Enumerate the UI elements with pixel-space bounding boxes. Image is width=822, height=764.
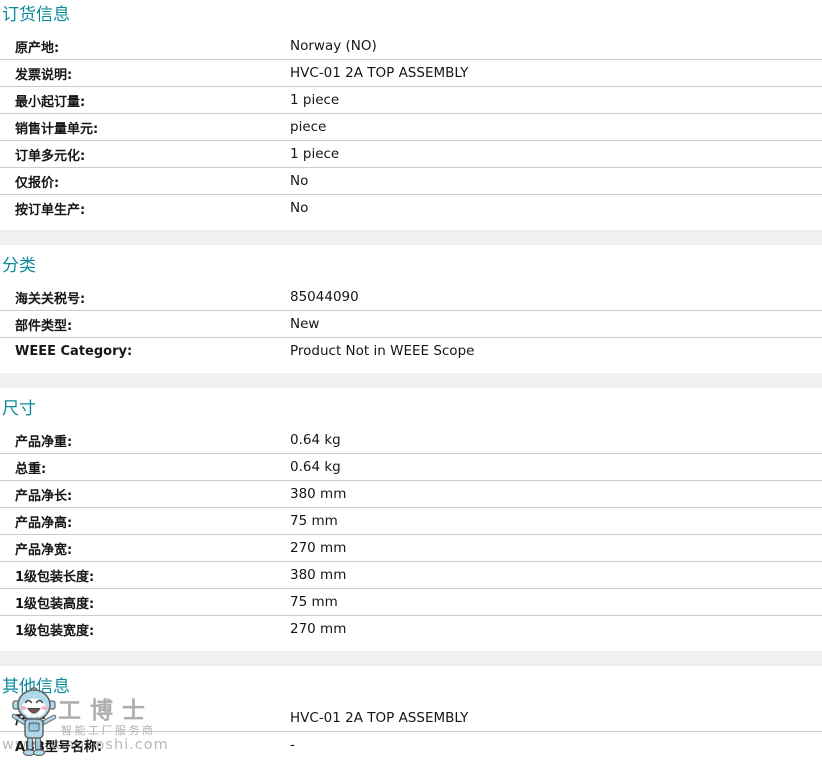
spec-row-value: 270 mm [290, 621, 346, 637]
section-rows: 产品: HVC-01 2A TOP ASSEMBLY ABB型号名称: - [0, 705, 822, 758]
spec-row: 订单多元化: 1 piece [0, 141, 822, 168]
spec-row: WEEE Category: Product Not in WEEE Scope [0, 338, 822, 364]
spec-row-value: 0.64 kg [290, 432, 341, 448]
spec-row-label: 产品: [0, 709, 290, 728]
spec-row: 最小起订量: 1 piece [0, 87, 822, 114]
section-divider-band [0, 230, 822, 245]
spec-row-label: 1级包装高度: [0, 593, 290, 612]
section-rows: 产品净重: 0.64 kg 总重: 0.64 kg 产品净长: 380 mm 产… [0, 427, 822, 642]
spec-row: 按订单生产: No [0, 195, 822, 221]
spec-row-label: 产品净长: [0, 485, 290, 504]
spec-row-label: 原产地: [0, 37, 290, 56]
spec-row-value: Product Not in WEEE Scope [290, 343, 474, 359]
spec-row-value: 1 piece [290, 92, 339, 108]
spec-row-label: 产品净重: [0, 431, 290, 450]
spec-row-value: 75 mm [290, 513, 338, 529]
section-rows: 海关关税号: 85044090 部件类型: New WEEE Category:… [0, 284, 822, 364]
spec-row-value: 380 mm [290, 486, 346, 502]
spec-row-value: 270 mm [290, 540, 346, 556]
section-title: 分类 [2, 245, 822, 276]
spec-row: 产品净长: 380 mm [0, 481, 822, 508]
spec-row-value: HVC-01 2A TOP ASSEMBLY [290, 65, 468, 81]
spec-row: 1级包装高度: 75 mm [0, 589, 822, 616]
spec-row-label: 部件类型: [0, 315, 290, 334]
spec-row: 产品净高: 75 mm [0, 508, 822, 535]
spec-row: 1级包装长度: 380 mm [0, 562, 822, 589]
spec-row-label: 订单多元化: [0, 145, 290, 164]
spec-row-label: 1级包装宽度: [0, 620, 290, 639]
spec-row-label: 最小起订量: [0, 91, 290, 110]
spec-row: 产品净重: 0.64 kg [0, 427, 822, 454]
spec-row-label: 按订单生产: [0, 199, 290, 218]
spec-row: 原产地: Norway (NO) [0, 33, 822, 60]
spec-row-label: ABB型号名称: [0, 736, 290, 755]
section-divider-band [0, 373, 822, 388]
spec-row-value: No [290, 173, 308, 189]
spec-sections: 订货信息 原产地: Norway (NO) 发票说明: HVC-01 2A TO… [0, 0, 822, 758]
spec-row: 仅报价: No [0, 168, 822, 195]
spec-row: 产品: HVC-01 2A TOP ASSEMBLY [0, 705, 822, 732]
section-title: 订货信息 [2, 0, 822, 25]
spec-row-label: 仅报价: [0, 172, 290, 191]
spec-row-label: 海关关税号: [0, 288, 290, 307]
spec-row: 总重: 0.64 kg [0, 454, 822, 481]
spec-row-label: 产品净高: [0, 512, 290, 531]
spec-row: 产品净宽: 270 mm [0, 535, 822, 562]
spec-row-value: 1 piece [290, 146, 339, 162]
spec-row-value: HVC-01 2A TOP ASSEMBLY [290, 710, 468, 726]
spec-row-label: 总重: [0, 458, 290, 477]
section-title: 其他信息 [2, 666, 822, 697]
spec-row-label: WEEE Category: [0, 344, 290, 359]
spec-row: 发票说明: HVC-01 2A TOP ASSEMBLY [0, 60, 822, 87]
product-spec-page: 订货信息 原产地: Norway (NO) 发票说明: HVC-01 2A TO… [0, 0, 822, 758]
spec-row-value: New [290, 316, 319, 332]
spec-row-value: 0.64 kg [290, 459, 341, 475]
spec-row-label: 销售计量单元: [0, 118, 290, 137]
spec-row-value: - [290, 737, 295, 753]
spec-section: 分类 海关关税号: 85044090 部件类型: New WEEE Catego… [0, 245, 822, 388]
spec-section: 尺寸 产品净重: 0.64 kg 总重: 0.64 kg 产品净长: 380 m… [0, 388, 822, 666]
spec-row-value: 75 mm [290, 594, 338, 610]
spec-row: 1级包装宽度: 270 mm [0, 616, 822, 642]
section-rows: 原产地: Norway (NO) 发票说明: HVC-01 2A TOP ASS… [0, 33, 822, 221]
spec-row-value: No [290, 200, 308, 216]
spec-row-label: 产品净宽: [0, 539, 290, 558]
spec-row: 海关关税号: 85044090 [0, 284, 822, 311]
spec-section: 其他信息 产品: HVC-01 2A TOP ASSEMBLY ABB型号名称:… [0, 666, 822, 758]
spec-row-value: piece [290, 119, 326, 135]
spec-row: 部件类型: New [0, 311, 822, 338]
spec-row-label: 1级包装长度: [0, 566, 290, 585]
section-divider-band [0, 651, 822, 666]
spec-section: 订货信息 原产地: Norway (NO) 发票说明: HVC-01 2A TO… [0, 0, 822, 245]
section-title: 尺寸 [2, 388, 822, 419]
spec-row-value: 380 mm [290, 567, 346, 583]
spec-row-label: 发票说明: [0, 64, 290, 83]
spec-row-value: 85044090 [290, 289, 359, 305]
spec-row: 销售计量单元: piece [0, 114, 822, 141]
spec-row-value: Norway (NO) [290, 38, 377, 54]
spec-row: ABB型号名称: - [0, 732, 822, 758]
